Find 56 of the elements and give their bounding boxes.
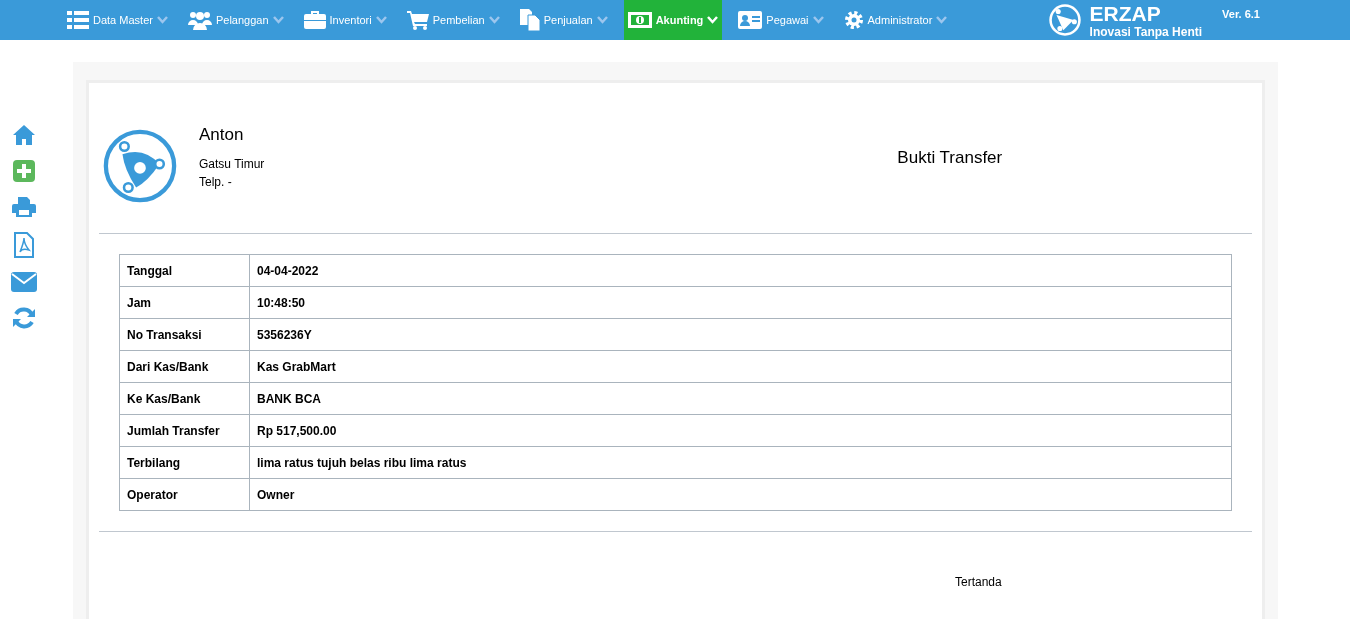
chevron-down-icon	[272, 16, 284, 24]
field-value-cell: Owner	[249, 478, 1232, 511]
company-phone: Telp. -	[199, 174, 233, 191]
home-icon[interactable]	[12, 124, 36, 146]
field-value-cell: Rp 517,500.00	[249, 414, 1232, 447]
mail-icon[interactable]	[11, 272, 37, 292]
field-value-cell: BANK BCA	[249, 382, 1232, 415]
nav-menu-item[interactable]: Pelanggan	[183, 0, 288, 40]
logo-icon	[1047, 2, 1082, 37]
list-icon	[67, 11, 89, 29]
brand-name: ERZAP	[1089, 2, 1162, 24]
chevron-down-icon	[936, 16, 948, 24]
field-value-cell: 04-04-2022	[249, 254, 1232, 287]
brand-tagline: Inovasi Tanpa Henti	[1089, 25, 1203, 38]
field-label-cell: Ke Kas/Bank	[119, 382, 250, 415]
refresh-icon[interactable]	[12, 306, 36, 330]
nav-menu-item[interactable]: Administrator	[839, 0, 952, 40]
briefcase-icon	[303, 11, 326, 29]
field-value-cell: lima ratus tujuh belas ribu lima ratus	[249, 446, 1232, 479]
users-icon	[187, 10, 212, 30]
company-logo-icon	[101, 127, 179, 205]
add-icon[interactable]	[13, 160, 35, 182]
pdf-file-icon[interactable]	[14, 232, 34, 258]
nav-menu-item[interactable]: Pegawai	[734, 0, 828, 40]
field-value-cell: Kas GrabMart	[249, 350, 1232, 383]
chevron-down-icon	[707, 16, 719, 24]
chevron-down-icon	[812, 16, 824, 24]
chevron-down-icon	[488, 16, 500, 24]
documents-icon	[519, 9, 540, 31]
nav-menu-item[interactable]: Data Master	[63, 0, 172, 40]
nav-menu-item[interactable]: Pembelian	[402, 0, 504, 40]
field-label-cell: Dari Kas/Bank	[119, 350, 250, 383]
company-address: Gatsu Timur	[199, 156, 265, 173]
version-label: Ver. 6.1	[1222, 6, 1260, 22]
nav-menu-item[interactable]: Inventori	[299, 0, 391, 40]
field-label-cell: Terbilang	[119, 446, 250, 479]
field-value-cell: 5356236Y	[249, 318, 1232, 351]
cart-icon	[406, 10, 429, 30]
field-label-cell: Tanggal	[119, 254, 250, 287]
chevron-down-icon	[156, 16, 168, 24]
id-card-icon	[738, 11, 763, 29]
signature-label: Tertanda	[955, 574, 1002, 591]
field-label-cell: Jumlah Transfer	[119, 414, 250, 447]
banknote-icon	[627, 12, 652, 28]
document-title: Bukti Transfer	[897, 147, 1003, 169]
field-label-cell: Jam	[119, 286, 250, 319]
company-name: Anton	[199, 126, 245, 143]
chevron-down-icon	[596, 16, 608, 24]
field-label-cell: No Transaksi	[119, 318, 250, 351]
settings-icon	[843, 10, 864, 30]
print-icon[interactable]	[12, 196, 36, 218]
nav-menu-item[interactable]: Penjualan	[515, 0, 612, 40]
chevron-down-icon	[375, 16, 387, 24]
field-value-cell: 10:48:50	[249, 286, 1232, 319]
field-label-cell: Operator	[119, 478, 250, 511]
nav-menu-item[interactable]: Akunting	[623, 0, 723, 40]
